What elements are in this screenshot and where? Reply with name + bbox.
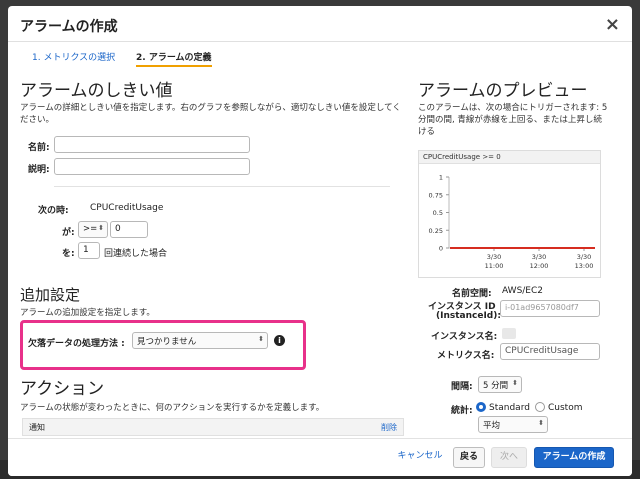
standard-radio[interactable] [476,402,486,412]
cancel-button[interactable]: キャンセル [392,447,448,468]
dialog-title: アラームの作成 [20,19,118,35]
additional-heading: 追加設定 [20,286,81,304]
for-label: を: [62,249,75,259]
name-input[interactable] [54,136,250,153]
custom-radio-label[interactable]: Custom [548,403,582,413]
metric-name-text: CPUCreditUsage [90,203,164,213]
notification-column-label: 通知 [29,423,45,432]
instance-id-field[interactable]: i-01ad9657080df7 [500,300,600,317]
chart-y-tick-label: 0 [439,245,443,253]
chart-x-tick-label: 3/30 [577,253,592,261]
chart-y-tick-label: 1 [439,174,443,182]
period-select[interactable]: 5 分間 ⬍ [478,376,522,393]
periods-suffix: 回連続した場合 [104,249,168,259]
chart-x-tick-label: 3/30 [487,253,502,261]
instance-name-label: インスタンス名: [431,332,498,342]
additional-description: アラームの追加設定を指定します。 [20,308,155,318]
step-select-metric[interactable]: 1. メトリクスの選択 [32,53,115,63]
next-button: 次へ [491,447,527,468]
actions-description: アラームの状態が変わったときに、何のアクションを実行するかを定義します。 [20,403,325,413]
chevron-updown-icon: ⬍ [538,419,544,427]
chart-x-tick-label: 3/30 [532,253,547,261]
when-label: 次の時: [38,206,69,216]
instance-id-sublabel: (InstanceId): [436,311,501,321]
chart-x-tick-label: 13:00 [575,262,594,270]
is-label: が: [62,228,75,238]
create-alarm-dialog: アラームの作成 × 1. メトリクスの選択 2. アラームの定義 アラームのしき… [8,6,632,476]
wizard-steps: 1. メトリクスの選択 2. アラームの定義 [32,50,212,67]
actions-heading: アクション [20,379,105,399]
threshold-description: アラームの詳細としきい値を指定します。右のグラフを参照しながら、適切なしきい値を… [20,103,401,125]
chart-title: CPUCreditUsage >= 0 [419,151,600,164]
chevron-updown-icon: ⬍ [258,335,264,343]
delete-link[interactable]: 削除 [381,422,397,433]
period-value: 5 分間 [483,381,509,391]
missing-data-label: 欠落データの処理方法 : [28,339,125,349]
close-icon[interactable]: × [605,14,620,35]
chart-y-tick-label: 0.5 [433,209,443,217]
metric-name-field[interactable]: CPUCreditUsage [500,343,600,360]
info-icon[interactable]: i [274,335,285,346]
notification-table-header: 通知 削除 [22,418,404,436]
period-label: 間隔: [451,382,473,392]
operator-select[interactable]: >= ⬍ [78,221,108,238]
namespace-label: 名前空間: [452,289,492,299]
chart-y-tick-label: 0.25 [429,227,443,235]
instance-name-value [502,328,516,339]
custom-radio[interactable] [535,402,545,412]
preview-description: このアラームは、次の場合にトリガーされます: 5分間の間, 青線が赤線を上回る、… [418,103,608,137]
description-input[interactable] [54,158,250,175]
periods-input[interactable]: 1 [78,242,100,259]
dialog-header: アラームの作成 × [8,6,632,42]
operator-value: >= [83,224,98,234]
statistic-select[interactable]: 平均 ⬍ [478,416,548,433]
missing-data-select[interactable]: 見つかりません ⬍ [132,332,268,349]
chart-x-tick-label: 12:00 [530,262,549,270]
threshold-input[interactable]: 0 [110,221,148,238]
chevron-updown-icon: ⬍ [98,224,104,232]
statistic-label: 統計: [451,406,473,416]
chart-x-tick-label: 11:00 [485,262,504,270]
statistic-value: 平均 [483,421,501,431]
chart-y-tick-label: 0.75 [429,191,443,199]
chart-plot: 10.750.50.2503/3011:003/3012:003/3013:00 [429,174,595,270]
chevron-updown-icon: ⬍ [512,379,518,387]
back-button[interactable]: 戻る [453,447,485,468]
preview-heading: アラームのプレビュー [418,81,588,101]
description-label: 説明: [28,165,50,175]
divider [54,186,390,187]
name-label: 名前: [28,143,50,153]
metric-name-label: メトリクス名: [437,351,495,361]
dialog-footer: キャンセル 戻る 次へ アラームの作成 [8,438,632,476]
threshold-heading: アラームのしきい値 [20,81,173,101]
step-define-alarm: 2. アラームの定義 [136,50,212,67]
alarm-preview-chart: CPUCreditUsage >= 0 1 0.75 0.5 0.25 0 3/30 11:… [418,150,601,278]
missing-data-value: 見つかりません [137,337,197,347]
create-alarm-button[interactable]: アラームの作成 [534,447,614,468]
standard-radio-label[interactable]: Standard [489,403,530,413]
namespace-value: AWS/EC2 [502,286,544,296]
